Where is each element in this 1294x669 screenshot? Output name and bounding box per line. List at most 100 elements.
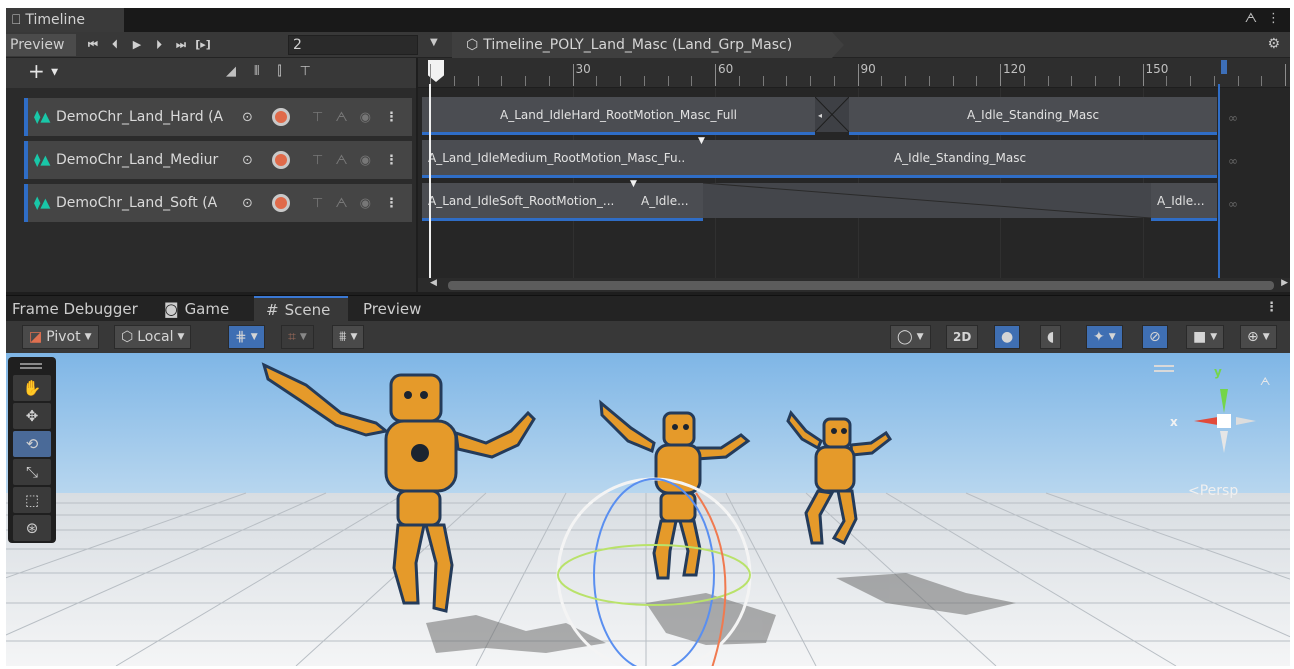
- clip-hard-idle[interactable]: A_Idle_Standing_Masc: [849, 97, 1217, 135]
- rotate-tool-icon[interactable]: ⟲: [13, 431, 51, 457]
- eye-slash-icon: ⊘: [1149, 329, 1161, 345]
- hand-tool-icon[interactable]: ✋: [13, 375, 51, 401]
- tab-game[interactable]: ◙ Game: [164, 296, 229, 322]
- more-options-icon[interactable]: ⋮: [1265, 300, 1278, 315]
- tab-preview[interactable]: Preview: [363, 296, 421, 322]
- toggle-2d-button[interactable]: 2D: [946, 325, 979, 349]
- lock-icon[interactable]: ᗅ: [335, 110, 347, 125]
- play-icon[interactable]: ▶: [126, 35, 148, 55]
- local-dropdown[interactable]: ⬡ Local ▼: [114, 325, 192, 349]
- ripple-icon[interactable]: ⫿: [277, 64, 281, 79]
- ruler-tick: [430, 64, 431, 86]
- audio-toggle[interactable]: ◖: [1040, 325, 1062, 349]
- clip-soft-land[interactable]: A_Land_IdleSoft_RootMotion_...: [422, 183, 635, 221]
- ruler-tick: [501, 76, 503, 86]
- effects-dropdown[interactable]: ✦ ▼: [1086, 325, 1123, 349]
- blend-region[interactable]: ◂: [815, 97, 849, 132]
- chevron-down-icon[interactable]: ▼: [430, 37, 438, 48]
- frame-input[interactable]: 2: [288, 35, 418, 55]
- move-tool-icon[interactable]: ✥: [13, 403, 51, 429]
- track-menu-icon[interactable]: ⋮: [385, 196, 398, 211]
- timeline-end-marker[interactable]: [1221, 60, 1227, 74]
- rect-tool-icon[interactable]: ⬚: [13, 487, 51, 513]
- transform-tool-icon[interactable]: ⊛: [13, 515, 51, 541]
- track-menu-icon[interactable]: ⋮: [385, 110, 398, 125]
- ruler-tick: [738, 76, 740, 86]
- record-button[interactable]: [272, 194, 290, 212]
- scale-tool-icon[interactable]: ⤡: [13, 459, 51, 485]
- timeline-tab[interactable]: ⎕ Timeline: [6, 8, 124, 32]
- target-icon[interactable]: ⊙: [242, 153, 262, 168]
- pivot-label: Pivot: [46, 329, 81, 345]
- horizontal-scrollbar[interactable]: ◀ ▶: [418, 278, 1290, 292]
- lock-icon[interactable]: ᗅ: [335, 196, 347, 211]
- pin-icon[interactable]: ⊤: [312, 110, 323, 125]
- curves-toggle-icon[interactable]: ◢: [226, 64, 236, 79]
- ruler-tick: [810, 76, 811, 86]
- scene-viewport[interactable]: ᗅ ✋ ✥ ⟲ ⤡ ⬚ ⊛ x y <Persp: [6, 353, 1290, 666]
- scroll-right-icon[interactable]: ▶: [1281, 278, 1288, 288]
- clip-medium-idle[interactable]: A_Idle_Standing_Masc: [703, 140, 1217, 178]
- ruler-tick: [952, 76, 954, 86]
- lock-icon[interactable]: ᗅ: [1245, 11, 1257, 26]
- clip-medium-land[interactable]: A_Land_IdleMedium_RootMotion_Masc_Fu..: [422, 140, 703, 178]
- scroll-left-icon[interactable]: ◀: [430, 278, 437, 288]
- more-options-icon[interactable]: ⋮: [1267, 11, 1280, 26]
- persp-toggle[interactable]: <Persp: [1188, 483, 1238, 499]
- record-button[interactable]: [272, 151, 290, 169]
- hidden-objects-toggle[interactable]: ⊘: [1142, 325, 1168, 349]
- ruler-label: 60: [718, 62, 734, 76]
- mute-icon[interactable]: ◉: [360, 153, 371, 168]
- breadcrumb[interactable]: ⬡ Timeline_POLY_Land_Masc (Land_Grp_Masc…: [452, 32, 844, 58]
- blend-region[interactable]: [703, 183, 1151, 218]
- grid-snapping-button[interactable]: ⋕ ▼: [228, 325, 265, 349]
- play-range-icon[interactable]: [▸]: [192, 35, 214, 55]
- pivot-dropdown[interactable]: ◪ Pivot ▼: [22, 325, 99, 349]
- gear-icon[interactable]: ⚙: [1267, 36, 1280, 52]
- track-header-soft[interactable]: ⧫▲ DemoChr_Land_Soft (A ⊙ ⊤ ᗅ ◉ ⋮: [24, 184, 412, 222]
- pin-icon[interactable]: ⊤: [300, 64, 311, 79]
- pin-icon[interactable]: ⊤: [312, 153, 323, 168]
- snap-icon[interactable]: ⫴: [254, 64, 259, 79]
- track-menu-icon[interactable]: ⋮: [385, 153, 398, 168]
- mute-icon[interactable]: ◉: [360, 110, 371, 125]
- draw-mode-dropdown[interactable]: ◯ ▼: [890, 325, 931, 349]
- increment-snap-button[interactable]: ⌗ ▼: [281, 325, 314, 349]
- toolbar-grid-button[interactable]: ⩩ ▼: [332, 325, 365, 349]
- tab-scene[interactable]: # Scene: [254, 296, 349, 322]
- target-icon[interactable]: ⊙: [242, 110, 262, 125]
- target-icon[interactable]: ⊙: [242, 196, 262, 211]
- gizmo-icon: ⊕: [1247, 329, 1259, 345]
- lock-icon[interactable]: ᗅ: [335, 153, 347, 168]
- goto-end-icon[interactable]: ⏭: [170, 35, 192, 55]
- next-frame-icon[interactable]: ⏵: [148, 35, 170, 55]
- record-button[interactable]: [272, 108, 290, 126]
- chevron-down-icon: ▼: [1210, 332, 1218, 342]
- lighting-toggle[interactable]: ●: [994, 325, 1021, 349]
- camera-dropdown[interactable]: ■ ▼: [1186, 325, 1225, 349]
- clip-soft-idle-b[interactable]: A_Idle...: [1151, 183, 1217, 221]
- time-ruler[interactable]: 30 60 90 120 150: [418, 58, 1290, 88]
- clip-soft-idle-a[interactable]: A_Idle...: [635, 183, 703, 221]
- gizmos-dropdown[interactable]: ⊕ ▼: [1240, 325, 1277, 349]
- mute-icon[interactable]: ◉: [360, 196, 371, 211]
- ruler-tick: [1023, 76, 1025, 86]
- scrollbar-thumb[interactable]: [448, 281, 1274, 290]
- track-header-medium[interactable]: ⧫▲ DemoChr_Land_Mediur ⊙ ⊤ ᗅ ◉ ⋮: [24, 141, 412, 179]
- preview-button[interactable]: Preview: [6, 34, 76, 56]
- ruler-label: 90: [860, 62, 876, 76]
- tab-label: Scene: [284, 301, 331, 319]
- add-track-button[interactable]: + ▼: [10, 61, 60, 83]
- timeline-icon: ⎕: [12, 12, 21, 28]
- pin-icon[interactable]: ⊤: [312, 196, 323, 211]
- svg-text:ᗅ: ᗅ: [1260, 375, 1270, 388]
- clip-hard-land[interactable]: A_Land_IdleHard_RootMotion_Masc_Full: [422, 97, 815, 135]
- snap-increment-icon: ⌗: [288, 329, 296, 345]
- tab-frame-debugger[interactable]: Frame Debugger: [12, 296, 138, 322]
- playhead-line: [429, 84, 431, 278]
- prev-frame-icon[interactable]: ⏴: [104, 35, 126, 55]
- goto-start-icon[interactable]: ⏮: [82, 35, 104, 55]
- animation-track-icon: ⧫▲: [34, 195, 51, 211]
- track-header-hard[interactable]: ⧫▲ DemoChr_Land_Hard (A ⊙ ⊤ ᗅ ◉ ⋮: [24, 98, 412, 136]
- ruler-tick: [833, 76, 835, 86]
